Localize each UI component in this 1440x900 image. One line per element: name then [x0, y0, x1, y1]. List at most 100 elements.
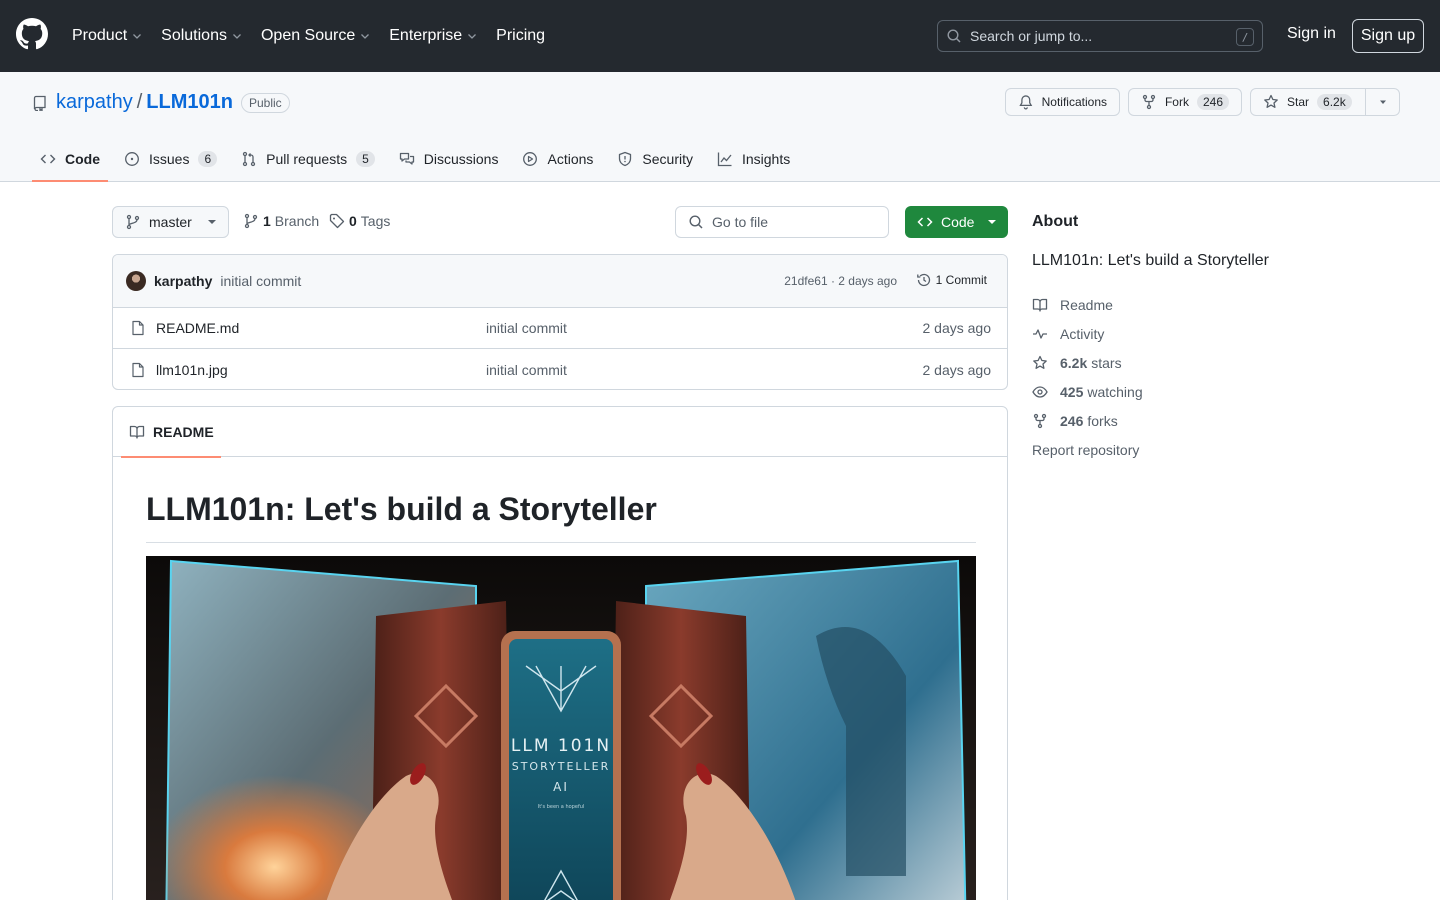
readme-tab-label: README: [153, 424, 214, 440]
book-icon: [129, 425, 145, 439]
nav-pricing[interactable]: Pricing: [496, 27, 545, 45]
repo-icon: [33, 95, 46, 111]
chevron-down-icon: [133, 34, 142, 39]
file-row: README.md initial commit 2 days ago: [113, 308, 1007, 349]
sign-in-link[interactable]: Sign in: [1287, 25, 1336, 43]
code-icon: [917, 217, 933, 227]
tab-insights-label: Insights: [741, 151, 791, 167]
branches-link[interactable]: 1 Branch: [243, 213, 319, 229]
nav-solutions[interactable]: Solutions: [161, 27, 243, 45]
issue-opened-icon: [125, 152, 139, 166]
sign-up-button[interactable]: Sign up: [1352, 19, 1424, 53]
fork-icon: [1033, 413, 1047, 428]
readme-cover-image: LLM 101N STORYTELLER AI It's been a hope…: [146, 556, 976, 900]
repo-tabs: Code Issues 6 Pull requests 5 Discussion…: [32, 136, 806, 182]
file-browser: karpathy initial commit 21dfe61 · 2 days…: [112, 254, 1008, 390]
caret-down-icon: [208, 220, 216, 224]
screen-subtitle: STORYTELLER: [512, 760, 611, 773]
screen-ai-text: AI: [553, 780, 569, 794]
chevron-down-icon: [361, 34, 370, 39]
tags-link[interactable]: 0 Tags: [329, 213, 390, 229]
repo-owner-link[interactable]: karpathy: [56, 91, 133, 114]
forks-count: 246: [1060, 412, 1084, 429]
eye-icon: [1032, 385, 1048, 398]
tab-issues-label: Issues: [149, 151, 190, 167]
global-nav: Product Solutions Open Source Enterprise…: [72, 0, 563, 72]
tab-discussions[interactable]: Discussions: [391, 136, 507, 182]
graph-icon: [717, 152, 732, 167]
about-links: Readme Activity 6.2k stars 425 watching …: [1032, 290, 1143, 464]
star-label: Star: [1287, 95, 1310, 109]
pulse-icon: [1033, 328, 1047, 339]
stars-link[interactable]: 6.2k stars: [1032, 348, 1143, 377]
fork-icon: [1142, 94, 1156, 110]
readme-link-label: Readme: [1060, 296, 1113, 313]
chevron-down-icon: [233, 34, 241, 39]
fork-label: Fork: [1164, 95, 1189, 109]
file-icon: [132, 362, 144, 377]
code-icon: [40, 154, 56, 164]
file-commit-message-link[interactable]: initial commit: [486, 362, 567, 378]
global-header: Product Solutions Open Source Enterprise…: [0, 0, 1440, 72]
tab-actions[interactable]: Actions: [514, 136, 601, 182]
go-to-file-input[interactable]: Go to file: [675, 206, 889, 238]
report-repository-link[interactable]: Report repository: [1032, 435, 1143, 464]
watching-link[interactable]: 425 watching: [1032, 377, 1143, 406]
shield-icon: [619, 151, 632, 167]
file-date: 2 days ago: [922, 361, 992, 378]
tab-insights[interactable]: Insights: [709, 136, 798, 182]
commit-hash-date[interactable]: 21dfe61 · 2 days ago: [784, 274, 897, 288]
repo-name-link[interactable]: LLM101n: [146, 91, 233, 114]
chevron-down-icon: [468, 34, 477, 39]
star-icon: [1033, 355, 1047, 369]
notifications-button[interactable]: Notifications: [1005, 88, 1120, 116]
nav-enterprise[interactable]: Enterprise: [389, 27, 478, 45]
tab-security[interactable]: Security: [609, 136, 701, 182]
nav-open-source[interactable]: Open Source: [261, 27, 371, 45]
git-branch-icon: [244, 213, 258, 229]
github-logo-icon[interactable]: [16, 18, 48, 50]
go-to-file-placeholder: Go to file: [712, 214, 769, 230]
tag-icon: [329, 213, 345, 229]
history-icon: [916, 273, 930, 287]
file-name-link[interactable]: README.md: [156, 320, 239, 336]
tab-issues[interactable]: Issues 6: [116, 136, 225, 182]
latest-commit-row: karpathy initial commit 21dfe61 · 2 days…: [113, 255, 1007, 308]
tab-actions-label: Actions: [547, 151, 594, 167]
star-dropdown-button[interactable]: [1365, 88, 1400, 116]
screen-title: LLM 101N: [511, 736, 611, 756]
screen-small-text: It's been a hopeful: [538, 804, 585, 810]
search-shortcut-key: /: [1236, 28, 1254, 46]
tab-pull-requests-label: Pull requests: [266, 151, 348, 167]
global-search[interactable]: Search or jump to... /: [937, 20, 1263, 52]
commits-link[interactable]: 1 Commit: [916, 272, 987, 288]
star-button[interactable]: Star 6.2k: [1250, 88, 1366, 116]
fork-count: 246: [1196, 94, 1229, 110]
tag-label: Tags: [360, 213, 391, 229]
branch-select-button[interactable]: master: [112, 206, 229, 238]
readme-link[interactable]: Readme: [1032, 290, 1143, 319]
avatar[interactable]: [126, 271, 146, 291]
search-icon: [947, 29, 961, 43]
fork-button[interactable]: Fork 246: [1128, 88, 1242, 116]
stars-count: 6.2k: [1060, 354, 1088, 371]
tab-code[interactable]: Code: [32, 136, 108, 182]
code-button[interactable]: Code: [905, 206, 1008, 238]
commit-message-link[interactable]: initial commit: [220, 273, 301, 289]
forks-link[interactable]: 246 forks: [1032, 406, 1143, 435]
nav-product[interactable]: Product: [72, 27, 143, 45]
forks-label: forks: [1087, 412, 1118, 429]
commit-author-link[interactable]: karpathy: [154, 273, 212, 289]
readme-tab[interactable]: README: [121, 407, 221, 458]
tab-pull-requests[interactable]: Pull requests 5: [233, 136, 383, 182]
bell-icon: [1019, 95, 1033, 110]
commit-count-label: 1 Commit: [935, 273, 987, 287]
activity-link[interactable]: Activity: [1032, 319, 1143, 348]
pull-requests-count: 5: [356, 151, 375, 167]
about-description: LLM101n: Let's build a Storyteller: [1032, 252, 1269, 269]
branch-name: master: [149, 214, 192, 230]
file-commit-message-link[interactable]: initial commit: [486, 320, 567, 336]
star-icon: [1264, 94, 1278, 108]
storyteller-illustration: LLM 101N STORYTELLER AI It's been a hope…: [146, 556, 976, 900]
file-name-link[interactable]: llm101n.jpg: [156, 362, 228, 378]
